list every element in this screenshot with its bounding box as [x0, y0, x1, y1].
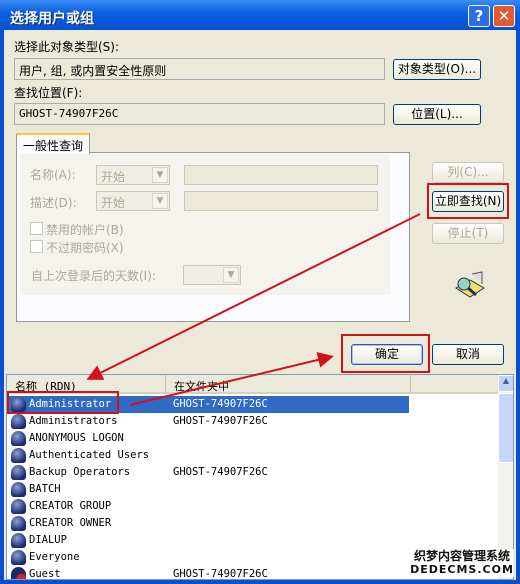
watermark-line1: 织梦内容管理系统 — [413, 549, 510, 563]
watermark-line2: DEDECMS.COM — [410, 563, 514, 576]
annotation-arrows — [86, 213, 421, 406]
arrow-result-to-ok — [129, 352, 334, 406]
arrow-find-to-result — [86, 213, 421, 380]
watermark: 织梦内容管理系统 DEDECMS.COM — [410, 549, 514, 577]
